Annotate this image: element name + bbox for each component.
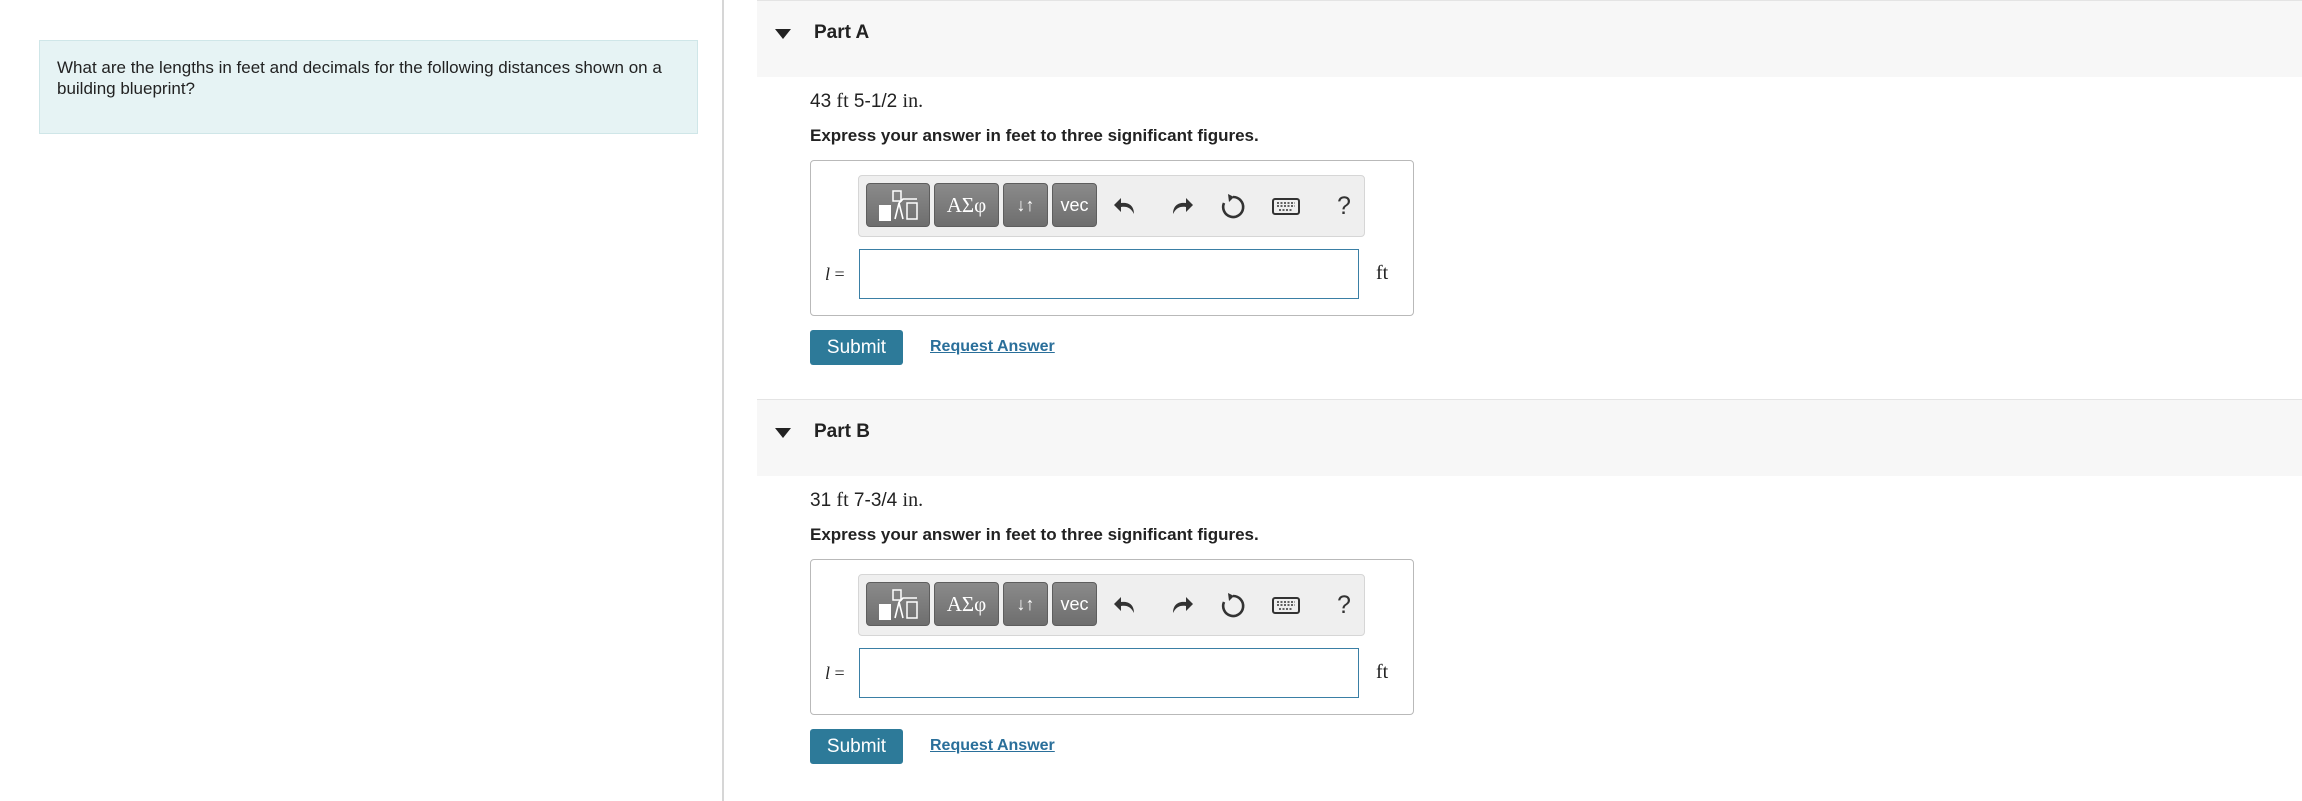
feet-unit: ft	[836, 90, 849, 112]
subscript-superscript-button[interactable]: ↓↑	[1003, 183, 1048, 227]
templates-icon	[879, 190, 918, 221]
math-toolbar: ΑΣφ ↓↑ vec ?	[858, 175, 1365, 237]
greek-label: ΑΣφ	[946, 192, 987, 217]
inch-value: 7-3/4	[853, 490, 898, 511]
reset-icon[interactable]	[1218, 591, 1248, 619]
answer-unit: ft	[1376, 661, 1389, 683]
variable-label: l =	[825, 663, 845, 684]
collapse-caret-icon[interactable]	[775, 29, 791, 39]
keyboard-icon[interactable]	[1271, 192, 1301, 220]
question-pane: What are the lengths in feet and decimal…	[0, 0, 722, 801]
equals-sign: =	[834, 663, 845, 683]
feet-unit: ft	[836, 489, 849, 511]
help-label: ?	[1337, 192, 1351, 220]
redo-icon[interactable]	[1165, 591, 1195, 619]
inch-unit: in.	[902, 90, 924, 112]
feet-value: 31	[810, 490, 832, 511]
question-text: What are the lengths in feet and decimal…	[57, 58, 662, 98]
reset-icon[interactable]	[1218, 192, 1248, 220]
answer-input[interactable]	[859, 249, 1359, 299]
redo-icon[interactable]	[1165, 192, 1195, 220]
inch-unit: in.	[902, 489, 924, 511]
part-a-header[interactable]: Part A	[757, 0, 2302, 77]
request-answer-link[interactable]: Request Answer	[930, 737, 1055, 755]
pane-divider[interactable]	[722, 0, 724, 801]
keyboard-icon[interactable]	[1271, 591, 1301, 619]
part-b-answer-box: ΑΣφ ↓↑ vec ? l = ft	[810, 559, 1414, 715]
equals-sign: =	[834, 264, 845, 284]
vec-label: vec	[1060, 194, 1089, 215]
undo-icon[interactable]	[1112, 591, 1142, 619]
vec-label: vec	[1060, 593, 1089, 614]
variable-symbol: l	[825, 663, 831, 683]
request-answer-link[interactable]: Request Answer	[930, 338, 1055, 356]
feet-value: 43	[810, 91, 832, 112]
arrows-label: ↓↑	[1016, 194, 1035, 215]
greek-symbols-button[interactable]: ΑΣφ	[934, 183, 999, 227]
variable-label: l =	[825, 264, 845, 285]
arrows-label: ↓↑	[1016, 593, 1035, 614]
vector-button[interactable]: vec	[1052, 183, 1097, 227]
part-b-title: Part B	[814, 421, 870, 442]
templates-button[interactable]	[866, 183, 930, 227]
part-a-problem: 43 ft 5-1/2 in.	[810, 90, 923, 113]
greek-label: ΑΣφ	[946, 591, 987, 616]
help-icon[interactable]: ?	[1329, 591, 1359, 619]
inch-value: 5-1/2	[853, 91, 898, 112]
help-icon[interactable]: ?	[1329, 192, 1359, 220]
templates-button[interactable]	[866, 582, 930, 626]
submit-button[interactable]: Submit	[810, 729, 903, 764]
greek-symbols-button[interactable]: ΑΣφ	[934, 582, 999, 626]
answer-unit: ft	[1376, 262, 1389, 284]
help-label: ?	[1337, 591, 1351, 619]
question-box: What are the lengths in feet and decimal…	[39, 40, 698, 134]
submit-button[interactable]: Submit	[810, 330, 903, 365]
part-a-instruction: Express your answer in feet to three sig…	[810, 126, 1259, 145]
collapse-caret-icon[interactable]	[775, 428, 791, 438]
math-toolbar: ΑΣφ ↓↑ vec ?	[858, 574, 1365, 636]
part-a-title: Part A	[814, 22, 870, 43]
undo-icon[interactable]	[1112, 192, 1142, 220]
part-b-instruction: Express your answer in feet to three sig…	[810, 525, 1259, 544]
answer-input[interactable]	[859, 648, 1359, 698]
part-a-answer-box: ΑΣφ ↓↑ vec ? l = ft	[810, 160, 1414, 316]
subscript-superscript-button[interactable]: ↓↑	[1003, 582, 1048, 626]
part-b-header[interactable]: Part B	[757, 399, 2302, 476]
templates-icon	[879, 589, 918, 620]
vector-button[interactable]: vec	[1052, 582, 1097, 626]
variable-symbol: l	[825, 264, 831, 284]
part-b-problem: 31 ft 7-3/4 in.	[810, 489, 923, 512]
